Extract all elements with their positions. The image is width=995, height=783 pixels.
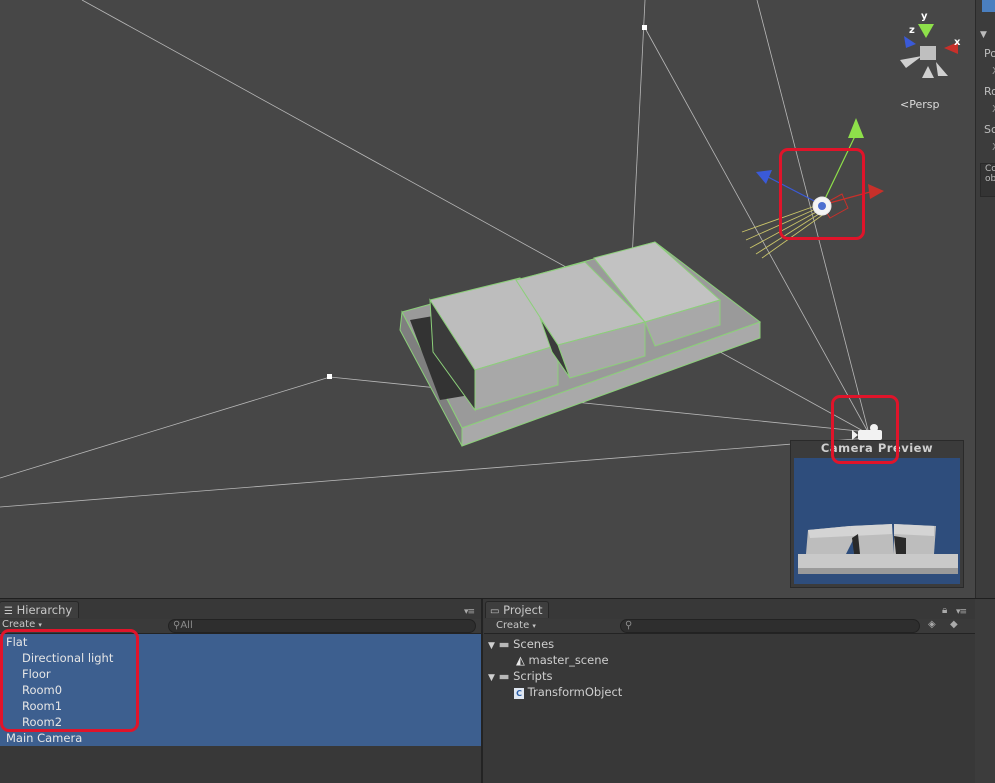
light-highlight-box — [779, 148, 865, 240]
gizmo-y-label: y — [921, 11, 928, 22]
folder-tab-icon: ▭ — [490, 606, 500, 617]
folder-icon: ▬ — [498, 637, 510, 651]
hierarchy-list-icon: ☰ — [4, 606, 13, 617]
bottom-panels: ☰ Hierarchy ▾≡ Create ▾ ⚲All Flat Direct… — [0, 598, 995, 783]
component-box: Co ob — [980, 163, 995, 197]
dropdown-icon: ▾ — [532, 622, 536, 630]
project-create-label: Create — [496, 620, 530, 631]
project-tab-label: Project — [503, 603, 543, 617]
hierarchy-highlight-box — [0, 629, 139, 732]
asset-transform-object[interactable]: C TransformObject — [514, 684, 622, 700]
persp-icon: < — [900, 98, 910, 111]
expand-arrow-icon: ▼ — [488, 641, 495, 651]
folder-label: Scenes — [513, 637, 555, 651]
inspector-edge: ▼ Po X Ro X Sc X Co ob — [975, 0, 995, 598]
component-label-1: Co — [985, 164, 995, 174]
camera-highlight-box — [831, 395, 899, 464]
right-edge-filler — [975, 599, 995, 783]
asset-master-scene[interactable]: ◭ master_scene — [516, 652, 609, 668]
project-panel: ▭ Project 🔒︎ ▾≡ Create ▾ ⚲ ◈ ◆ ▼ ▬ Scene… — [484, 599, 976, 783]
hierarchy-search-input[interactable]: ⚲All — [168, 619, 476, 633]
project-toolbar: Create ▾ ⚲ ◈ ◆ — [484, 619, 975, 634]
frustum-handle — [327, 374, 332, 379]
scene-view[interactable]: y z x <Persp Camera Preview — [0, 0, 975, 598]
expand-arrow-icon: ▼ — [488, 673, 495, 683]
filter-type-icon[interactable]: ◈ — [928, 619, 936, 630]
lock-icon[interactable]: 🔒︎ — [942, 605, 947, 616]
hierarchy-item-label: Main Camera — [6, 731, 83, 745]
project-menu-icon[interactable]: ▾≡ — [956, 607, 967, 617]
asset-label: TransformObject — [527, 685, 623, 699]
project-tree: ▼ ▬ Scenes ◭ master_scene ▼ ▬ Scripts C … — [484, 636, 975, 776]
dropdown-icon: ▾ — [38, 621, 42, 629]
folder-icon: ▬ — [498, 669, 510, 683]
hierarchy-item-main-camera[interactable]: Main Camera — [0, 730, 480, 746]
gizmo-x-label: x — [954, 37, 961, 48]
tab-project[interactable]: ▭ Project — [485, 601, 550, 618]
component-label-2: ob — [985, 174, 995, 184]
hierarchy-menu-icon[interactable]: ▾≡ — [464, 607, 475, 617]
projection-toggle[interactable]: <Persp — [900, 98, 939, 111]
camera-preview-render — [794, 458, 960, 584]
asset-label: master_scene — [528, 653, 609, 667]
foldout-arrow-icon[interactable]: ▼ — [980, 30, 987, 40]
hierarchy-search-placeholder: All — [180, 620, 193, 631]
project-create-button[interactable]: Create ▾ — [496, 620, 536, 631]
projection-label: Persp — [909, 98, 940, 111]
folder-scenes[interactable]: ▼ ▬ Scenes — [488, 636, 554, 652]
folder-label: Scripts — [513, 669, 553, 683]
frustum-lines — [0, 0, 869, 508]
position-label: Po — [984, 47, 995, 60]
scale-label: Sc — [984, 123, 995, 136]
inspector-cube-icon — [982, 0, 995, 12]
tab-hierarchy[interactable]: ☰ Hierarchy — [0, 601, 80, 618]
csharp-script-icon: C — [514, 688, 524, 699]
filter-label-icon[interactable]: ◆ — [950, 619, 958, 630]
hierarchy-tab-label: Hierarchy — [16, 603, 73, 617]
hierarchy-panel: ☰ Hierarchy ▾≡ Create ▾ ⚲All Flat Direct… — [0, 599, 483, 783]
project-search-input[interactable]: ⚲ — [620, 619, 920, 633]
frustum-handle — [642, 25, 647, 30]
search-icon: ⚲ — [625, 620, 633, 631]
unity-scene-icon: ◭ — [516, 653, 525, 667]
folder-scripts[interactable]: ▼ ▬ Scripts — [488, 668, 552, 684]
gizmo-z-label: z — [909, 25, 915, 36]
rotation-label: Ro — [984, 85, 995, 98]
